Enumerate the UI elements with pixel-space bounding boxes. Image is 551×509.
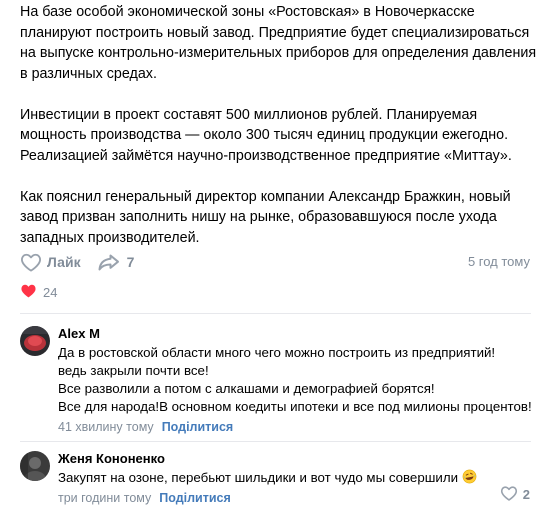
post-line: Инвестиции в проект составят 500 миллион… (20, 106, 478, 123)
comment-meta: три години тому Поділитися (58, 491, 540, 505)
share-icon (97, 252, 121, 272)
avatar[interactable] (20, 326, 50, 356)
post-line: на выпуске контрольно-измерительных приб… (20, 45, 537, 61)
comment: Женя Кононенко Закупят на озоне, перебью… (20, 451, 540, 507)
divider (20, 441, 531, 442)
comment-line: Все разволили а потом с алкашами и демог… (58, 381, 435, 396)
post-line: Как пояснил генеральный директор компани… (20, 188, 511, 205)
share-button[interactable]: 7 (97, 252, 135, 272)
post-actions: Лайк 7 5 год тому (20, 250, 540, 274)
comment-body: Alex M Да в ростовской области много чег… (58, 326, 540, 434)
comment-body: Женя Кононенко Закупят на озоне, перебью… (58, 451, 540, 505)
comment-time[interactable]: 41 хвилину тому (58, 420, 154, 434)
post-line: планируют построить новый завод. Предпри… (20, 24, 530, 41)
post-line: На базе особой экономической зоны «Росто… (20, 4, 475, 20)
heart-icon (20, 283, 37, 301)
divider (20, 313, 531, 314)
share-count: 7 (126, 254, 135, 270)
comment-line: Да в ростовской области много чего можно… (58, 345, 496, 360)
comment: Alex M Да в ростовской области много чег… (20, 326, 540, 434)
heart-outline-icon (500, 485, 518, 504)
like-button[interactable]: Лайк (20, 252, 81, 272)
reaction-count: 24 (43, 284, 58, 300)
comment-time[interactable]: три години тому (58, 491, 151, 505)
comment-author[interactable]: Alex M (58, 326, 540, 342)
post-text: На базе особой экономической зоны «Росто… (20, 2, 540, 248)
comment-line: Закупят на озоне, перебьют шильдики и во… (58, 470, 459, 485)
share-comment-button[interactable]: Поділитися (162, 420, 234, 434)
comment-like-count: 2 (522, 487, 530, 502)
comment-meta: 41 хвилину тому Поділитися (58, 420, 540, 434)
post-line: завод призван заполнить нишу на рынке, о… (20, 209, 497, 225)
comment-author[interactable]: Женя Кононенко (58, 451, 540, 467)
comment-like-button[interactable]: 2 (500, 485, 530, 504)
rolling-on-floor-laughing-emoji-icon (462, 469, 477, 484)
post-line: в различных средах. (20, 65, 157, 82)
post-line: Реализацией займётся научно-производстве… (20, 147, 512, 164)
reactions-summary[interactable]: 24 (20, 283, 57, 301)
comment-text: Закупят на озоне, перебьют шильдики и во… (58, 469, 540, 487)
heart-outline-icon (20, 252, 42, 272)
comment-text: Да в ростовской области много чего можно… (58, 344, 540, 416)
post-time[interactable]: 5 год тому (468, 254, 530, 269)
avatar[interactable] (20, 451, 50, 481)
post-line: мощность производства — около 300 тысяч … (20, 127, 509, 143)
comment-line: Все для народа!В основном коедиты ипотек… (58, 399, 532, 414)
post-line: западных производителей. (20, 229, 200, 246)
share-comment-button[interactable]: Поділитися (159, 491, 231, 505)
comment-line: ведь закрыли почти все! (58, 363, 209, 378)
like-label: Лайк (47, 254, 81, 270)
